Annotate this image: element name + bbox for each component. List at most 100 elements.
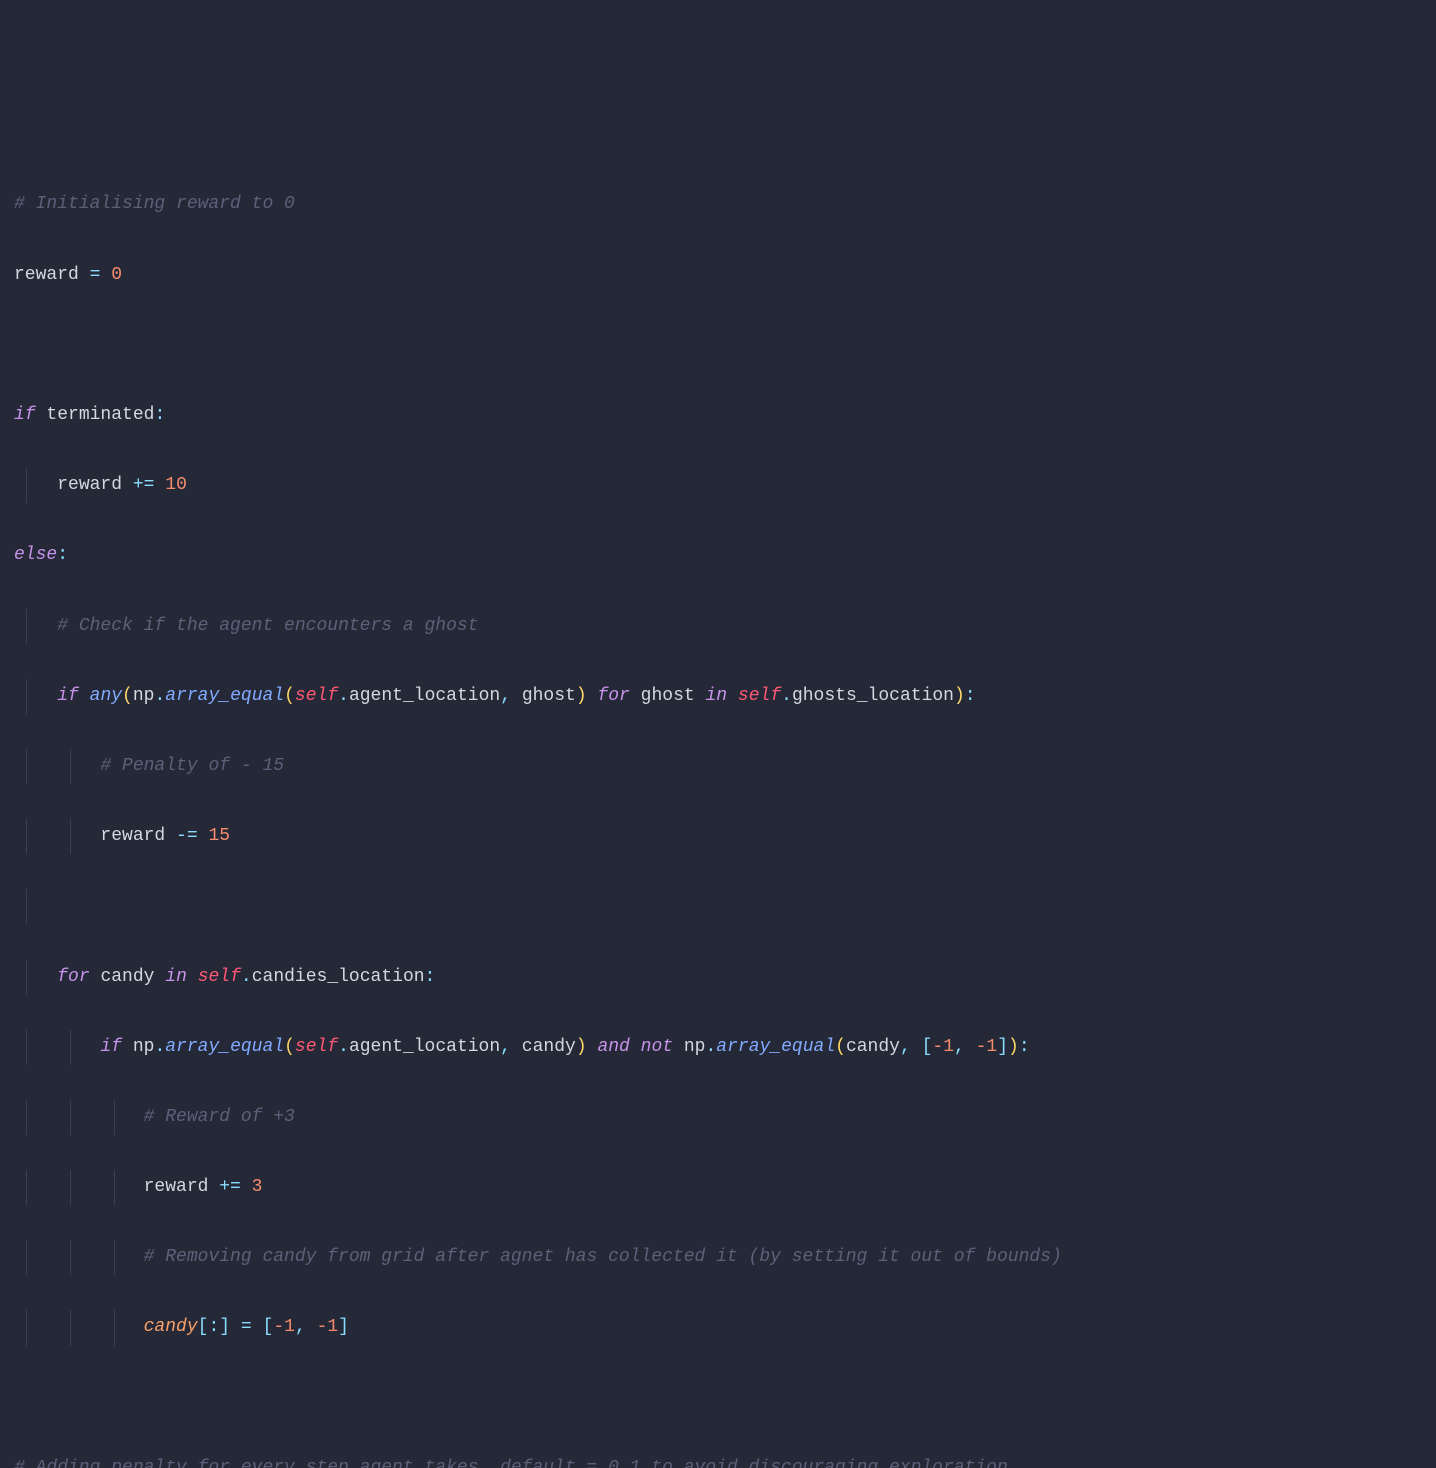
comma: , (500, 686, 511, 706)
keyword-for: for (57, 967, 89, 987)
keyword-not: not (641, 1037, 673, 1057)
dot: . (241, 967, 252, 987)
comment: # Reward of +3 (144, 1107, 295, 1127)
comment: # Initialising reward to 0 (14, 194, 295, 214)
comment: # Adding penalty for every step agent ta… (14, 1458, 1008, 1468)
dot: . (154, 1037, 165, 1057)
func-call: array_equal (165, 686, 284, 706)
func-call: array_equal (716, 1037, 835, 1057)
identifier: reward (14, 265, 79, 285)
identifier: np (684, 1037, 706, 1057)
identifier: ghost (522, 686, 576, 706)
paren: ) (576, 686, 587, 706)
bracket: [ (198, 1317, 209, 1337)
code-line: if np.array_equal(self.agent_location, c… (14, 1030, 1422, 1065)
paren: ) (576, 1037, 587, 1057)
code-line-blank (14, 1381, 1422, 1416)
operator: += (219, 1177, 241, 1197)
comma: , (954, 1037, 965, 1057)
self: self (738, 686, 781, 706)
attr: agent_location (349, 686, 500, 706)
code-line: # Check if the agent encounters a ghost (14, 609, 1422, 644)
identifier: candy (144, 1317, 198, 1337)
identifier: candy (846, 1037, 900, 1057)
number: 0 (111, 265, 122, 285)
keyword-if: if (14, 405, 36, 425)
identifier: np (133, 1037, 155, 1057)
number: -1 (317, 1317, 339, 1337)
code-line: else: (14, 538, 1422, 573)
colon: : (154, 405, 165, 425)
bracket: ] (219, 1317, 230, 1337)
colon: : (57, 545, 68, 565)
paren: ) (954, 686, 965, 706)
self: self (295, 686, 338, 706)
keyword-and: and (597, 1037, 629, 1057)
comma: , (500, 1037, 511, 1057)
dot: . (781, 686, 792, 706)
keyword-in: in (706, 686, 728, 706)
comma: , (900, 1037, 911, 1057)
keyword-if: if (100, 1037, 122, 1057)
paren: ( (122, 686, 133, 706)
dot: . (338, 1037, 349, 1057)
colon: : (1019, 1037, 1030, 1057)
keyword-in: in (165, 967, 187, 987)
number: 3 (252, 1177, 263, 1197)
operator: -= (176, 826, 198, 846)
colon: : (425, 967, 436, 987)
comment: # Removing candy from grid after agnet h… (144, 1247, 1062, 1267)
dot: . (154, 686, 165, 706)
number: 10 (165, 475, 187, 495)
self: self (295, 1037, 338, 1057)
comment: # Penalty of - 15 (100, 756, 284, 776)
identifier: candy (100, 967, 154, 987)
identifier: candy (522, 1037, 576, 1057)
attr: agent_location (349, 1037, 500, 1057)
self: self (198, 967, 241, 987)
colon: : (965, 686, 976, 706)
code-line: candy[:] = [-1, -1] (14, 1310, 1422, 1345)
code-line: # Penalty of - 15 (14, 749, 1422, 784)
number: 15 (208, 826, 230, 846)
code-line: for candy in self.candies_location: (14, 960, 1422, 995)
code-line-blank (14, 889, 1422, 924)
code-line: if any(np.array_equal(self.agent_locatio… (14, 679, 1422, 714)
code-line: # Removing candy from grid after agnet h… (14, 1240, 1422, 1275)
attr: ghosts_location (792, 686, 954, 706)
dot: . (705, 1037, 716, 1057)
bracket: ] (997, 1037, 1008, 1057)
paren: ) (1008, 1037, 1019, 1057)
code-line: reward = 0 (14, 258, 1422, 293)
code-line: reward -= 15 (14, 819, 1422, 854)
slice: : (208, 1317, 219, 1337)
identifier: terminated (46, 405, 154, 425)
attr: candies_location (252, 967, 425, 987)
paren: ( (835, 1037, 846, 1057)
operator: = (90, 265, 101, 285)
identifier: reward (57, 475, 122, 495)
operator: = (241, 1317, 252, 1337)
bracket: [ (922, 1037, 933, 1057)
number: -1 (932, 1037, 954, 1057)
code-line: # Adding penalty for every step agent ta… (14, 1451, 1422, 1468)
code-block: # Initialising reward to 0 reward = 0 if… (14, 152, 1422, 1468)
keyword-else: else (14, 545, 57, 565)
dot: . (338, 686, 349, 706)
code-line: # Initialising reward to 0 (14, 187, 1422, 222)
identifier: np (133, 686, 155, 706)
keyword-if: if (57, 686, 79, 706)
code-line: if terminated: (14, 398, 1422, 433)
code-line: reward += 10 (14, 468, 1422, 503)
code-line: reward += 3 (14, 1170, 1422, 1205)
builtin-any: any (90, 686, 122, 706)
operator: += (133, 475, 155, 495)
identifier: reward (144, 1177, 209, 1197)
code-line: # Reward of +3 (14, 1100, 1422, 1135)
comma: , (295, 1317, 306, 1337)
comment: # Check if the agent encounters a ghost (57, 616, 478, 636)
number: -1 (976, 1037, 998, 1057)
paren: ( (284, 686, 295, 706)
bracket: [ (263, 1317, 274, 1337)
func-call: array_equal (165, 1037, 284, 1057)
